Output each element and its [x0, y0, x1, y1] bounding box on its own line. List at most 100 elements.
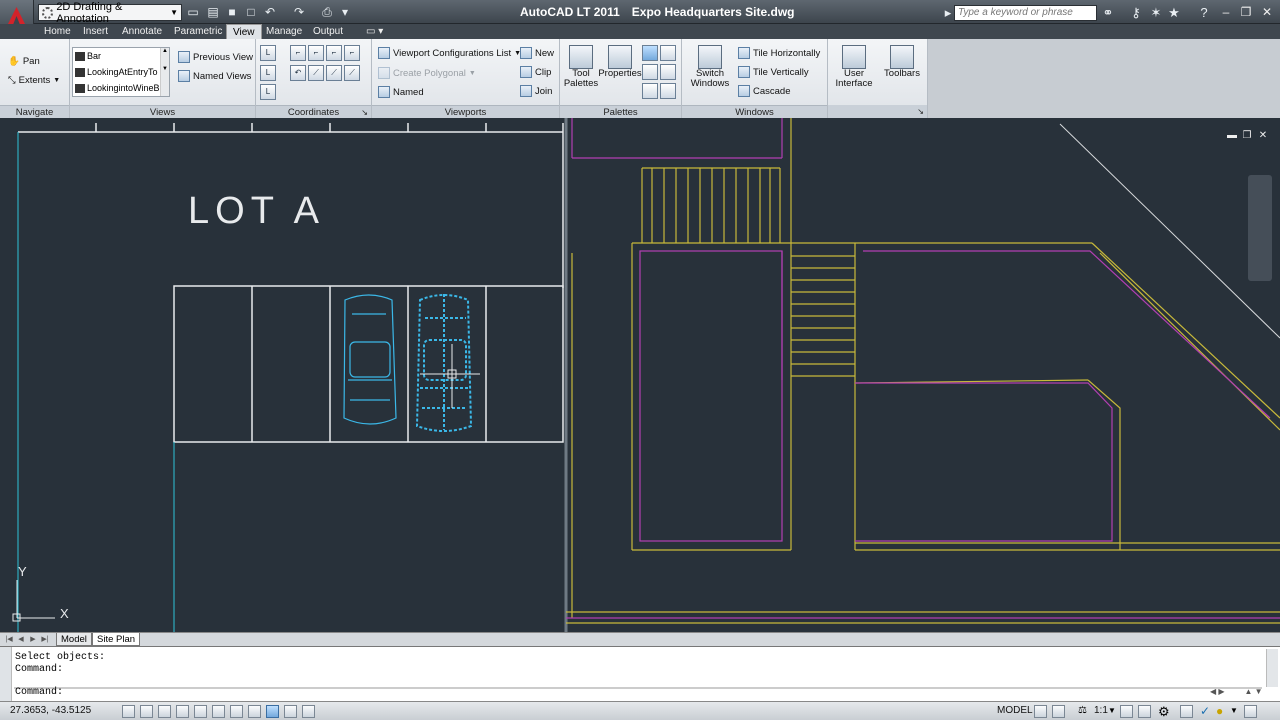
- scroll-arrows-icon[interactable]: ◀ ▶ ▲ ▼: [1210, 687, 1263, 696]
- ucs-icon[interactable]: L: [260, 45, 276, 61]
- plot-icon[interactable]: ⎙: [320, 5, 334, 19]
- ortho-mode-button[interactable]: [176, 705, 189, 718]
- isolate-objects-bulb-icon[interactable]: ●: [1216, 704, 1223, 718]
- toolbar-lock-button[interactable]: [1180, 705, 1193, 718]
- list-item[interactable]: Bar: [73, 48, 169, 64]
- lineweight-button[interactable]: [284, 705, 297, 718]
- restore-button[interactable]: ❐: [1236, 3, 1256, 21]
- tile-horizontally-button[interactable]: Tile Horizontally: [738, 47, 820, 59]
- favorites-star-icon[interactable]: ★: [1166, 5, 1182, 21]
- properties-button[interactable]: Properties: [598, 45, 642, 79]
- layout-tab-model[interactable]: Model: [56, 633, 92, 646]
- dynamic-input-button[interactable]: [266, 705, 279, 718]
- toolbars-button[interactable]: Toolbars: [880, 45, 924, 79]
- workspace-dropdown[interactable]: 2D Drafting & Annotation ▼: [38, 1, 182, 25]
- ucs-y-icon[interactable]: ⌐: [326, 45, 342, 61]
- quick-calc-icon[interactable]: [660, 64, 676, 80]
- qat-menu-icon[interactable]: ▾: [338, 5, 352, 19]
- tab-home[interactable]: Home: [38, 24, 77, 39]
- minimize-button[interactable]: –: [1216, 3, 1236, 21]
- dialog-launcher-icon[interactable]: ↘: [917, 105, 924, 118]
- named-views-list[interactable]: Bar LookingAtEntryTo LookingintoWineB ▲ ▼: [72, 47, 170, 97]
- polar-tracking-button[interactable]: [194, 705, 207, 718]
- tab-annotate[interactable]: Annotate: [116, 24, 168, 39]
- undo-icon[interactable]: ↶: [263, 5, 277, 19]
- last-layout-icon[interactable]: ▶|: [40, 634, 50, 645]
- auto-scale-button[interactable]: [1138, 705, 1151, 718]
- ucs-world-icon[interactable]: ⌐: [290, 45, 306, 61]
- list-item[interactable]: LookingAtEntryTo: [73, 64, 169, 80]
- switch-windows-button[interactable]: Switch Windows: [688, 45, 732, 89]
- communication-center-icon[interactable]: ✶: [1148, 5, 1164, 21]
- grid-display-button[interactable]: [158, 705, 171, 718]
- named-viewports-button[interactable]: Named: [378, 86, 424, 98]
- ucs-origin-icon[interactable]: L: [260, 65, 276, 81]
- tab-insert[interactable]: Insert: [77, 24, 114, 39]
- ucs-face-icon[interactable]: L: [260, 84, 276, 100]
- navigation-bar[interactable]: [1248, 175, 1272, 281]
- tool-palettes-button[interactable]: Tool Palettes: [564, 45, 598, 89]
- markup-set-icon[interactable]: [642, 64, 658, 80]
- annotation-scale-dropdown[interactable]: 1:1: [1094, 705, 1108, 716]
- quick-properties-button[interactable]: [302, 705, 315, 718]
- search-input[interactable]: Type a keyword or phrase: [954, 5, 1097, 21]
- calculator-icon[interactable]: [642, 83, 658, 99]
- user-interface-button[interactable]: User Interface: [834, 45, 874, 89]
- new-viewport-button[interactable]: New: [520, 47, 554, 59]
- redo-icon[interactable]: ↷: [292, 5, 306, 19]
- pan-button[interactable]: ✋ Pan: [8, 56, 40, 67]
- viewport-close-icon[interactable]: ✕: [1257, 130, 1269, 142]
- command-window-grip[interactable]: [0, 647, 12, 702]
- clean-screen-button[interactable]: [1244, 705, 1257, 718]
- open-folder-icon[interactable]: ▤: [206, 5, 220, 19]
- drawing-canvas[interactable]: Y X LOT A ▬ ❐ ✕: [0, 118, 1280, 632]
- tab-view[interactable]: View: [226, 24, 262, 39]
- binoculars-icon[interactable]: ⚭: [1100, 5, 1116, 21]
- ucs-zaxis-icon[interactable]: ⟋: [326, 65, 342, 81]
- object-snap-tracking-button[interactable]: [230, 705, 243, 718]
- list-scrollbar[interactable]: ▲ ▼: [160, 48, 169, 96]
- clip-viewport-button[interactable]: Clip: [520, 66, 551, 78]
- model-space-toggle[interactable]: MODEL: [997, 705, 1033, 716]
- ucs-z-icon[interactable]: ⌐: [344, 45, 360, 61]
- command-history-scrollbar[interactable]: [14, 687, 1262, 689]
- cursor-coordinates[interactable]: 27.3653, -43.5125: [10, 705, 91, 716]
- first-layout-icon[interactable]: |◀: [4, 634, 14, 645]
- snap-mode-button[interactable]: [140, 705, 153, 718]
- sheet-set-manager-icon[interactable]: [642, 45, 658, 61]
- extents-button[interactable]: ⤡ Extents ▼: [8, 75, 60, 86]
- ucs-previous-icon[interactable]: ↶: [290, 65, 306, 81]
- chevron-down-icon[interactable]: ▼: [1108, 706, 1116, 715]
- next-layout-icon[interactable]: ▶: [28, 634, 38, 645]
- ucs-view-icon[interactable]: ⟋: [344, 65, 360, 81]
- infer-constraints-button[interactable]: [122, 705, 135, 718]
- ucs-x-icon[interactable]: ⌐: [308, 45, 324, 61]
- workspace-switching-gear-icon[interactable]: ⚙: [1158, 704, 1170, 720]
- external-references-icon[interactable]: [660, 83, 676, 99]
- design-center-icon[interactable]: [660, 45, 676, 61]
- previous-view-button[interactable]: Previous View: [178, 51, 253, 63]
- quick-view-drawings-button[interactable]: [1052, 705, 1065, 718]
- list-item[interactable]: LookingintoWineB: [73, 80, 169, 96]
- quick-view-layouts-button[interactable]: [1034, 705, 1047, 718]
- tab-output[interactable]: Output: [307, 24, 349, 39]
- viewport-config-dropdown[interactable]: Viewport Configurations List ▼: [378, 47, 521, 59]
- create-polygonal-button[interactable]: Create Polygonal ▼: [378, 67, 476, 79]
- status-menu-icon[interactable]: ▼: [1230, 706, 1238, 715]
- help-icon[interactable]: ?: [1196, 5, 1212, 21]
- communication-icon[interactable]: ✓: [1200, 704, 1210, 718]
- save-as-icon[interactable]: □: [244, 5, 258, 19]
- tile-vertically-button[interactable]: Tile Vertically: [738, 66, 809, 78]
- annotation-visibility-button[interactable]: [1120, 705, 1133, 718]
- save-icon[interactable]: ■: [225, 5, 239, 19]
- new-file-icon[interactable]: ▭: [186, 5, 200, 19]
- ucs-3point-icon[interactable]: ⟋: [308, 65, 324, 81]
- previous-layout-icon[interactable]: ◀: [16, 634, 26, 645]
- ribbon-toggle-icon[interactable]: ▭ ▾: [360, 24, 389, 39]
- close-button[interactable]: ✕: [1257, 3, 1277, 21]
- viewport-restore-icon[interactable]: ❐: [1241, 130, 1253, 142]
- key-icon[interactable]: ⚷: [1128, 5, 1144, 21]
- named-views-button[interactable]: Named Views: [178, 70, 251, 82]
- tab-manage[interactable]: Manage: [260, 24, 308, 39]
- cascade-button[interactable]: Cascade: [738, 85, 791, 97]
